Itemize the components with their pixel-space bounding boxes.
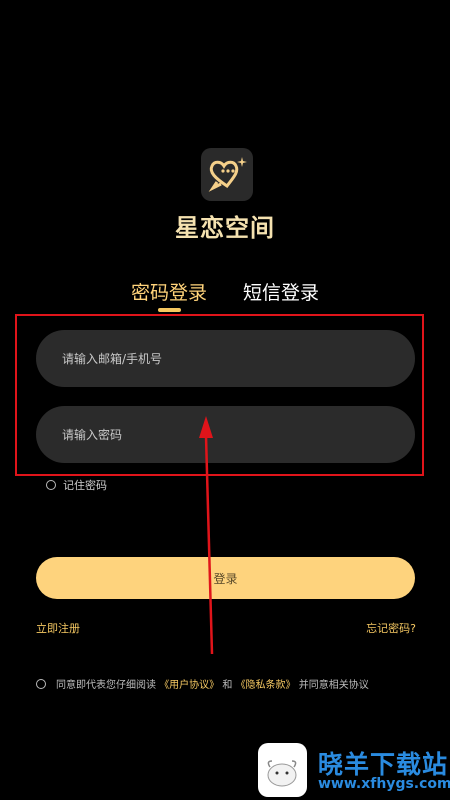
sheep-icon	[258, 743, 307, 797]
red-arrow-annotation	[199, 416, 214, 655]
watermark-url: www.xfhygs.com	[318, 776, 450, 792]
watermark: 晓羊下载站 www.xfhygs.com	[258, 743, 450, 800]
